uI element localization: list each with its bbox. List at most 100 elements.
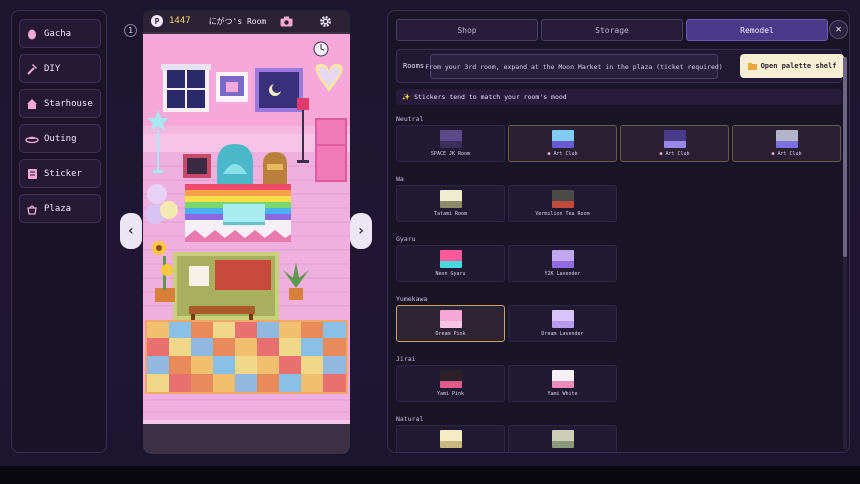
palette-swatch [440, 130, 462, 148]
palette-card-name: Dream Pink [435, 331, 466, 337]
palette-card-label: SPACE JK Room [397, 151, 504, 157]
palette-swatch [440, 430, 462, 448]
palette-swatch [552, 250, 574, 268]
menu-gacha-button[interactable]: Gacha [19, 19, 101, 48]
sparkle-icon: ✨ [402, 93, 411, 101]
palette-card-name: Art Club [553, 151, 578, 157]
close-icon: ✕ [835, 24, 842, 35]
ufo-icon [20, 134, 44, 144]
game-screen: Gacha DIY Starhouse Outing Sticker Plaza… [0, 0, 860, 466]
scrollbar[interactable] [843, 57, 847, 449]
palette-card[interactable]: ● Art Club [732, 125, 841, 162]
room-header: P 1447 にがつ's Room [143, 10, 350, 32]
main-menu: Gacha DIY Starhouse Outing Sticker Plaza [11, 10, 107, 453]
chevron-right-icon: › [356, 223, 366, 239]
palette-card-label: Dream Lavender [509, 331, 616, 337]
palette-card-label: ● Art Club [509, 151, 616, 157]
rooms-label: Rooms [403, 62, 425, 70]
palette-card[interactable]: Neon Gyaru [396, 245, 505, 282]
palette-card[interactable]: Dream Pink [396, 305, 505, 342]
palette-swatch [440, 190, 462, 208]
palette-card-name: Neon Gyaru [435, 271, 466, 277]
open-palette-shelf-label: Open palette shelf [760, 62, 837, 70]
tab-storage[interactable]: Storage [541, 19, 683, 41]
category-label: Natural [396, 415, 424, 423]
settings-gear-icon[interactable] [319, 15, 332, 28]
tip-text: Stickers tend to match your room's mood [414, 93, 567, 101]
folder-icon [747, 62, 757, 70]
house-icon [20, 98, 44, 110]
palette-card-name: SPACE JK Room [430, 151, 471, 157]
sticker-icon [20, 168, 44, 180]
egg-icon [20, 28, 44, 40]
palette-card-label: Vermilion Tea Room [509, 211, 616, 217]
palette-card-label: Dream Pink [397, 331, 504, 337]
rooms-info-text: From your 3rd room, expand at the Moon M… [425, 54, 723, 79]
room-title: にがつ's Room [208, 16, 267, 26]
palette-card-name: Yami White [547, 391, 578, 397]
palette-card[interactable]: Vermilion Tea Room [508, 185, 617, 222]
palette-swatch [552, 130, 574, 148]
menu-starhouse-label: Starhouse [44, 98, 93, 109]
palette-card[interactable]: Yami White [508, 365, 617, 402]
palette-card[interactable]: Tatami Room [396, 185, 505, 222]
menu-plaza-button[interactable]: Plaza [19, 194, 101, 223]
open-palette-shelf-button[interactable]: Open palette shelf [740, 54, 844, 78]
palette-swatch [664, 130, 686, 148]
room-scene[interactable] [143, 34, 350, 424]
tip-bar: ✨ Stickers tend to match your room's moo… [396, 89, 842, 105]
palette-swatch [440, 250, 462, 268]
shop-icon [20, 203, 44, 215]
palette-card[interactable]: ● Art Club [508, 125, 617, 162]
bottom-bar [0, 466, 860, 484]
palette-card-name: Y2K Lavender [544, 271, 581, 277]
menu-diy-button[interactable]: DIY [19, 54, 101, 83]
palette-card-label: Yami White [509, 391, 616, 397]
palette-card-label: Tatami Room [397, 211, 504, 217]
menu-outing-label: Outing [44, 133, 77, 144]
palette-card-label: Yami Pink [397, 391, 504, 397]
tab-shop[interactable]: Shop [396, 19, 538, 41]
points-icon: P [151, 15, 163, 27]
palette-swatch [440, 370, 462, 388]
category-label: Neutral [396, 115, 424, 123]
palette-card-label: ● Art Club [733, 151, 840, 157]
category-label: Wa [396, 175, 404, 183]
menu-outing-button[interactable]: Outing [19, 124, 101, 153]
palette-card-name: Vermilion Tea Room [535, 211, 590, 217]
palette-card[interactable]: Yami Pink [396, 365, 505, 402]
palette-card-name: Art Club [665, 151, 690, 157]
remodel-panel: Shop Storage Remodel ✕ Rooms From your 3… [387, 10, 850, 453]
menu-diy-label: DIY [44, 63, 61, 74]
room-view: P 1447 にがつ's Room [143, 10, 350, 454]
category-label: Jirai [396, 355, 416, 363]
camera-icon[interactable] [280, 16, 293, 27]
prev-room-button[interactable]: ‹ [120, 213, 142, 249]
palette-swatch [552, 310, 574, 328]
palette-card[interactable] [508, 425, 617, 452]
palette-card[interactable]: Dream Lavender [508, 305, 617, 342]
close-button[interactable]: ✕ [829, 20, 848, 39]
palette-swatch [776, 130, 798, 148]
palette-card[interactable]: SPACE JK Room [396, 125, 505, 162]
points-value: 1447 [169, 16, 191, 26]
rooms-row: Rooms From your 3rd room, expand at the … [396, 49, 844, 83]
tab-remodel[interactable]: Remodel [686, 19, 828, 41]
palette-swatch [552, 370, 574, 388]
menu-sticker-button[interactable]: Sticker [19, 159, 101, 188]
palette-swatch [440, 310, 462, 328]
menu-gacha-label: Gacha [44, 28, 72, 39]
palette-card-label: Neon Gyaru [397, 271, 504, 277]
menu-starhouse-button[interactable]: Starhouse [19, 89, 101, 118]
menu-sticker-label: Sticker [44, 168, 82, 179]
palette-card[interactable]: Y2K Lavender [508, 245, 617, 282]
menu-plaza-label: Plaza [44, 203, 72, 214]
palette-card-label: ● Art Club [621, 151, 728, 157]
palette-swatch [552, 190, 574, 208]
palette-card-name: Yami Pink [436, 391, 465, 397]
palette-card[interactable]: ● Art Club [620, 125, 729, 162]
scrollbar-thumb[interactable] [843, 57, 847, 257]
hammer-icon [20, 63, 44, 75]
palette-card[interactable] [396, 425, 505, 452]
next-room-button[interactable]: › [350, 213, 372, 249]
